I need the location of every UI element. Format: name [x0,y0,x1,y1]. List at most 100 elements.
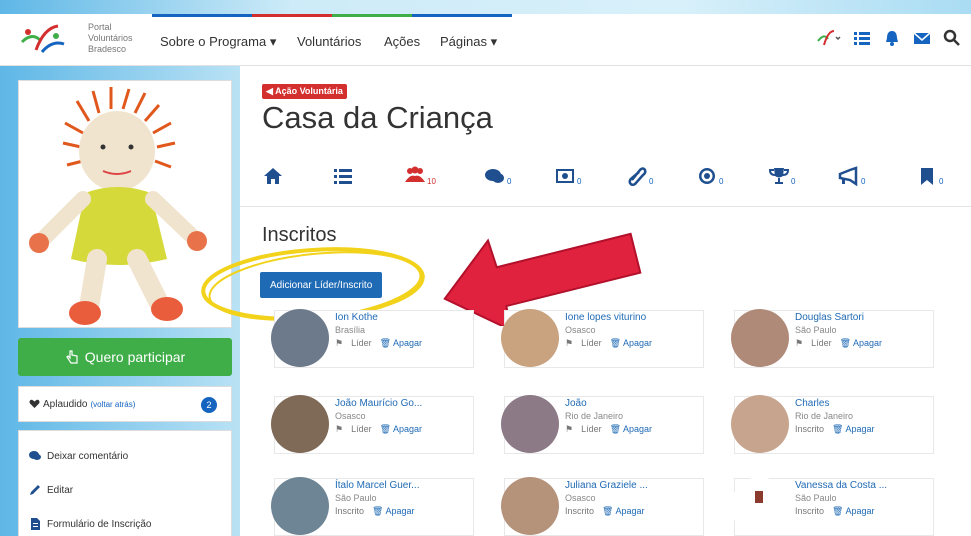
member-role: Líder [351,338,372,348]
member-role: Líder [581,338,602,348]
delete-link[interactable]: 🗑 Apagar [610,423,652,436]
delete-link[interactable]: 🗑 Apagar [372,505,414,518]
flag-icon: ⚑ [795,338,804,348]
delete-link[interactable]: 🗑 Apagar [380,423,422,436]
member-name[interactable]: Ion Kothe [335,311,422,324]
nav-acoes[interactable]: Ações [384,34,420,49]
logo-dropdown-icon[interactable] [815,29,841,47]
megaphone-icon: ◀ [266,86,276,96]
tab-info[interactable] [332,166,355,186]
red-arrow-annotation [443,232,642,326]
member-avatar [271,395,329,453]
flag-icon: ⚑ [565,338,574,348]
flag-icon: ⚑ [335,338,344,348]
nav-paginas[interactable]: Páginas ▾ [440,34,497,50]
paperclip-icon [628,167,647,186]
member-name[interactable]: João [565,397,652,410]
member-avatar [501,309,559,367]
file-icon [31,518,40,530]
actions-list: Deixar comentário Editar Formulário de I… [18,430,232,536]
portal-logo[interactable] [18,22,68,58]
member-card[interactable]: Charles Rio de Janeiro Inscrito 🗑 Apagar [731,395,934,454]
hand-pointer-icon [66,350,78,364]
nav-sobre-programa[interactable]: Sobre o Programa ▾ [160,34,276,50]
tab-comments[interactable]: 0 [484,166,511,186]
applause-label: Aplaudido [43,398,88,410]
member-card[interactable]: Ion Kothe Brasília ⚑ Líder 🗑 Apagar [271,309,474,368]
member-card[interactable]: Juliana Graziele ... Osasco Inscrito 🗑 Ap… [501,477,704,536]
page-title: Casa da Criança [262,100,493,135]
delete-link[interactable]: 🗑 Apagar [380,337,422,350]
list-icon[interactable] [853,29,871,47]
comments-icon [485,169,504,183]
target-icon [699,168,715,184]
delete-link[interactable]: 🗑 Apagar [832,423,874,436]
bookmark-icon [921,168,933,185]
tab-home[interactable] [262,166,285,186]
delete-link[interactable]: 🗑 Apagar [832,505,874,518]
member-card[interactable]: Vanessa da Costa ... São Paulo Inscrito 🗑… [731,477,934,536]
heart-icon [29,399,40,408]
member-role: Inscrito [565,506,595,516]
participate-label: Quero participar [84,349,186,365]
member-avatar [731,309,789,367]
bell-icon[interactable] [883,29,901,47]
trophy-icon [768,168,790,184]
member-role: Inscrito [795,506,825,516]
tab-inscritos[interactable]: 10 [404,166,436,186]
member-name[interactable]: João Maurício Go... [335,397,422,410]
member-city: Osasco [335,411,366,421]
member-name[interactable]: Charles [795,397,874,410]
users-icon [405,166,425,182]
member-name[interactable]: Douglas Sartori [795,311,882,324]
member-name[interactable]: Ítalo Marcel Guer... [335,479,419,492]
tab-attachments[interactable]: 0 [626,166,653,186]
member-avatar [501,477,559,535]
action-form[interactable]: Formulário de Inscrição [29,507,221,536]
member-city: Brasília [335,325,366,335]
member-city: São Paulo [795,493,837,503]
action-edit[interactable]: Editar [29,473,221,507]
tab-bookmarks[interactable]: 0 [916,166,943,186]
envelope-icon[interactable] [913,29,931,47]
tab-goals[interactable]: 0 [696,166,723,186]
member-name[interactable]: Juliana Graziele ... [565,479,648,492]
tab-announcements[interactable]: 0 [838,166,865,186]
search-icon[interactable] [943,29,961,47]
member-name[interactable]: Vanessa da Costa ... [795,479,887,492]
applause-row[interactable]: Aplaudido (voltar atrás) 2 [18,386,232,422]
member-role: Líder [581,424,602,434]
member-role: Líder [351,424,372,434]
action-form-label: Formulário de Inscrição [47,518,152,530]
member-avatar [501,395,559,453]
tab-awards[interactable]: 0 [768,166,795,186]
photo-icon [556,169,574,183]
applause-undo-link[interactable]: (voltar atrás) [90,400,135,409]
comments-icon [29,451,41,460]
participate-button[interactable]: Quero participar [18,338,232,376]
member-card[interactable]: João Maurício Go... Osasco ⚑ Líder 🗑 Apaga… [271,395,474,454]
member-card[interactable]: Ione lopes viturino Osasco ⚑ Líder 🗑 Apaga… [501,309,704,368]
member-city: Rio de Janeiro [565,411,624,421]
member-role: Inscrito [335,506,365,516]
delete-link[interactable]: 🗑 Apagar [602,505,644,518]
member-card[interactable]: Ítalo Marcel Guer... São Paulo Inscrito 🗑… [271,477,474,536]
nav-voluntarios[interactable]: Voluntários [297,34,361,49]
logo-text: Portal Voluntários Bradesco [88,22,133,54]
member-city: São Paulo [795,325,837,335]
main-panel: ◀ Ação Voluntária Casa da Criança 10 0 0… [201,66,971,536]
member-card[interactable]: João Rio de Janeiro ⚑ Líder 🗑 Apagar [501,395,704,454]
member-card[interactable]: Douglas Sartori São Paulo ⚑ Líder 🗑 Apagar [731,309,934,368]
home-icon [264,168,282,184]
applause-count-badge: 2 [201,397,217,413]
action-type-tag: ◀ Ação Voluntária [262,84,347,99]
delete-link[interactable]: 🗑 Apagar [610,337,652,350]
member-name[interactable]: Ione lopes viturino [565,311,652,324]
delete-link[interactable]: 🗑 Apagar [840,337,882,350]
action-comment[interactable]: Deixar comentário [29,439,221,473]
action-edit-label: Editar [47,484,74,496]
action-comment-label: Deixar comentário [47,450,129,462]
member-city: Osasco [565,493,596,503]
member-role: Inscrito [795,424,825,434]
tab-photos[interactable]: 0 [554,166,581,186]
